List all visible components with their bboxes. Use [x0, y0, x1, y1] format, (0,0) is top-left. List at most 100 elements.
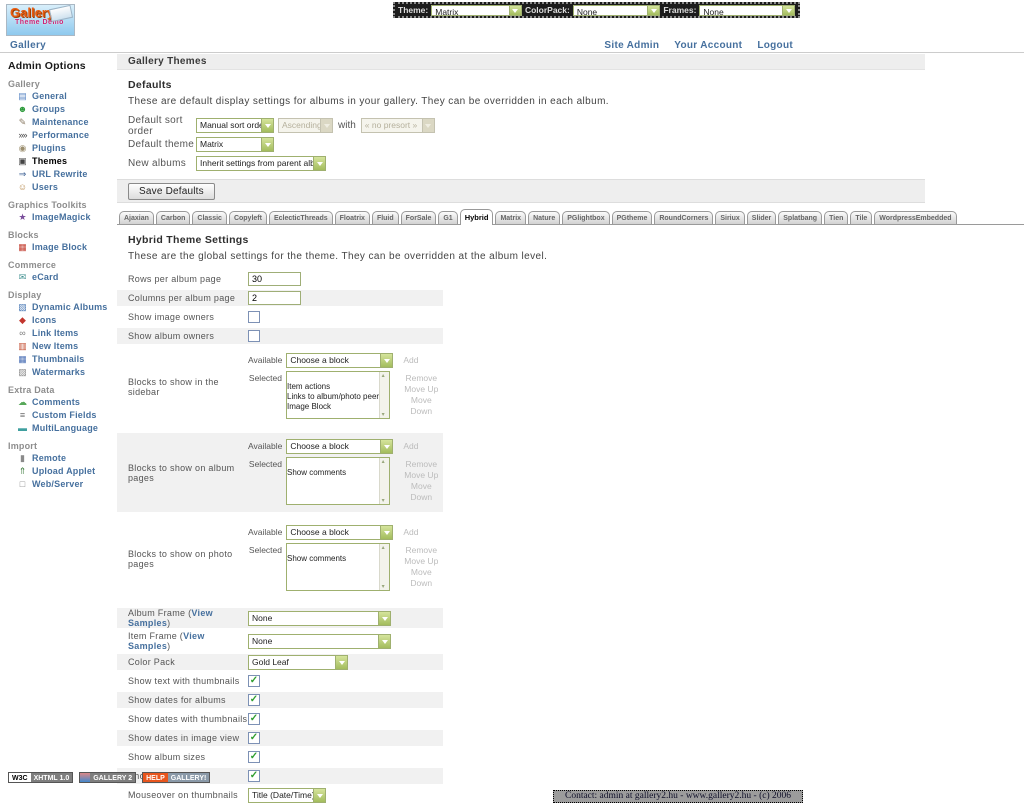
album-move-up-button[interactable]: Move Up: [400, 470, 443, 481]
tab-fluid[interactable]: Fluid: [372, 211, 399, 224]
breadcrumb[interactable]: Gallery: [10, 40, 46, 51]
tab-g1[interactable]: G1: [438, 211, 457, 224]
album-available-select[interactable]: Choose a block: [286, 439, 393, 454]
theme-select[interactable]: Matrix: [431, 5, 522, 16]
sidebar-item-icons[interactable]: Icons: [16, 314, 117, 326]
frames-select[interactable]: None: [699, 5, 795, 16]
logout-link[interactable]: Logout: [757, 40, 793, 51]
sidebar-item-performance[interactable]: Performance: [16, 129, 117, 141]
sidebar-selected-listbox[interactable]: Item actions Links to album/photo peers …: [286, 371, 390, 419]
sidebar-item-thumbnails[interactable]: Thumbnails: [16, 353, 117, 365]
show-album-owners-checkbox[interactable]: [248, 330, 260, 342]
sidebar-move-down-button[interactable]: Move Down: [400, 395, 443, 417]
tab-carbon[interactable]: Carbon: [156, 211, 191, 224]
tab-tile[interactable]: Tile: [850, 211, 872, 224]
sidebar-move-up-button[interactable]: Move Up: [400, 384, 443, 395]
sidebar-item-custom-fields[interactable]: Custom Fields: [16, 409, 117, 421]
show-dates-image-checkbox[interactable]: [248, 732, 260, 744]
sidebar-item-dynamic-albums[interactable]: Dynamic Albums: [16, 301, 117, 313]
sidebar-item-general[interactable]: General: [16, 90, 117, 102]
sidebar-item-plugins[interactable]: Plugins: [16, 142, 117, 154]
show-dates-thumbs-checkbox[interactable]: [248, 713, 260, 725]
colorpack-select[interactable]: None: [573, 5, 661, 16]
sidebar-remove-button[interactable]: Remove: [400, 373, 443, 384]
tab-tien[interactable]: Tien: [824, 211, 848, 224]
show-dates-albums-checkbox[interactable]: [248, 694, 260, 706]
list-item[interactable]: Links to album/photo peers: [287, 392, 389, 402]
scrollbar[interactable]: [379, 544, 389, 590]
album-selected-listbox[interactable]: Show comments: [286, 457, 390, 505]
list-item[interactable]: Show comments: [287, 554, 389, 564]
photo-remove-button[interactable]: Remove: [400, 545, 443, 556]
sidebar-item-users[interactable]: Users: [16, 181, 117, 193]
tab-slider[interactable]: Slider: [747, 211, 776, 224]
tab-pglightbox[interactable]: PGlightbox: [562, 211, 609, 224]
sidebar-item-url-rewrite[interactable]: URL Rewrite: [16, 168, 117, 180]
new-albums-select[interactable]: Inherit settings from parent album: [196, 156, 326, 171]
gallery-logo[interactable]: Gallery Theme Demo: [6, 4, 75, 36]
help-gallery-badge[interactable]: HELP GALLERY!: [142, 772, 210, 783]
photo-available-select[interactable]: Choose a block: [286, 525, 393, 540]
save-defaults-button[interactable]: Save Defaults: [128, 183, 215, 200]
sidebar-item-groups[interactable]: Groups: [16, 103, 117, 115]
sidebar-item-multilanguage[interactable]: MultiLanguage: [16, 422, 117, 434]
default-sort-order-select[interactable]: Manual sort order: [196, 118, 274, 133]
tab-matrix[interactable]: Matrix: [495, 211, 526, 224]
album-remove-button[interactable]: Remove: [400, 459, 443, 470]
item-frame-select[interactable]: None: [248, 634, 391, 649]
sidebar-item-new-items[interactable]: New Items: [16, 340, 117, 352]
sidebar-item-remote[interactable]: Remote: [16, 452, 117, 464]
tab-ajaxian[interactable]: Ajaxian: [119, 211, 154, 224]
photo-selected-listbox[interactable]: Show comments: [286, 543, 390, 591]
sidebar-item-maintenance[interactable]: Maintenance: [16, 116, 117, 128]
gallery2-badge[interactable]: GALLERY 2: [79, 772, 136, 783]
sidebar-item-imagemagick[interactable]: ImageMagick: [16, 211, 117, 223]
show-album-sizes-checkbox[interactable]: [248, 751, 260, 763]
tab-pgtheme[interactable]: PGtheme: [612, 211, 653, 224]
sidebar-item-link-items[interactable]: Link Items: [16, 327, 117, 339]
tab-splatbang[interactable]: Splatbang: [778, 211, 822, 224]
scrollbar[interactable]: [379, 458, 389, 504]
cols-per-page-input[interactable]: [248, 291, 301, 305]
sidebar-item-themes[interactable]: Themes: [16, 155, 117, 167]
tab-forsale[interactable]: ForSale: [401, 211, 437, 224]
color-pack-select[interactable]: Gold Leaf: [248, 655, 348, 670]
show-image-owners-checkbox[interactable]: [248, 311, 260, 323]
album-move-down-button[interactable]: Move Down: [400, 481, 443, 503]
photo-move-up-button[interactable]: Move Up: [400, 556, 443, 567]
site-admin-link[interactable]: Site Admin: [604, 40, 659, 51]
default-theme-select[interactable]: Matrix: [196, 137, 274, 152]
tab-roundcorners[interactable]: RoundCorners: [654, 211, 713, 224]
list-item[interactable]: Item actions: [287, 382, 389, 392]
tab-copyleft[interactable]: Copyleft: [229, 211, 267, 224]
tab-wordpressembedded[interactable]: WordpressEmbedded: [874, 211, 956, 224]
tab-hybrid[interactable]: Hybrid: [460, 209, 494, 225]
tab-eclecticthreads[interactable]: EclecticThreads: [269, 211, 333, 224]
tab-nature[interactable]: Nature: [528, 211, 560, 224]
w3c-xhtml-badge[interactable]: W3C XHTML 1.0: [8, 772, 73, 783]
mouseover-select[interactable]: Title (Date/Time): [248, 788, 326, 803]
show-text-checkbox[interactable]: [248, 675, 260, 687]
list-item[interactable]: Image Block: [287, 402, 389, 412]
tab-classic[interactable]: Classic: [192, 211, 227, 224]
album-add-button[interactable]: Add: [403, 439, 418, 452]
sidebar-item-comments[interactable]: Comments: [16, 396, 117, 408]
photo-move-down-button[interactable]: Move Down: [400, 567, 443, 589]
sidebar-add-button[interactable]: Add: [403, 353, 418, 366]
sidebar-item-watermarks[interactable]: Watermarks: [16, 366, 117, 378]
scrollbar[interactable]: [379, 372, 389, 418]
tab-siriux[interactable]: Siriux: [715, 211, 744, 224]
sidebar-item-web-server[interactable]: Web/Server: [16, 478, 117, 490]
album-frame-select[interactable]: None: [248, 611, 391, 626]
show-view-counts-checkbox[interactable]: [248, 770, 260, 782]
photo-add-button[interactable]: Add: [403, 525, 418, 538]
list-item[interactable]: Show comments: [287, 468, 389, 478]
sidebar-item-ecard[interactable]: eCard: [16, 271, 117, 283]
sidebar-item-upload-applet[interactable]: Upload Applet: [16, 465, 117, 477]
sidebar-available-select[interactable]: Choose a block: [286, 353, 393, 368]
sidebar-item-image-block[interactable]: Image Block: [16, 241, 117, 253]
show-album-owners-row: Show album owners: [117, 328, 443, 344]
rows-per-page-input[interactable]: [248, 272, 301, 286]
your-account-link[interactable]: Your Account: [674, 40, 742, 51]
tab-floatrix[interactable]: Floatrix: [335, 211, 370, 224]
